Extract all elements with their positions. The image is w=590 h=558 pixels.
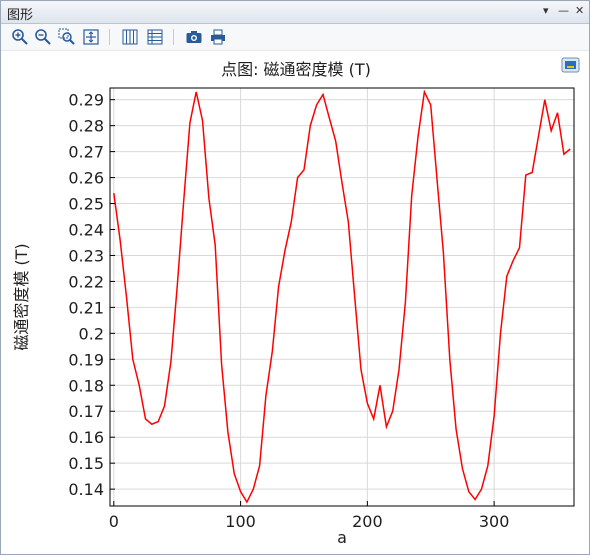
minimize-button[interactable]: — [558,4,569,17]
y-axis-label: 磁通密度模 (T) [12,243,31,350]
y-tick-label: 0.25 [68,195,104,214]
plot-toolbar [1,24,589,51]
zoom-in-icon[interactable] [11,28,29,46]
x-axis-label: a [337,528,347,547]
x-tick-label: 300 [479,512,510,531]
x-tick-label: 0 [109,512,119,531]
y-tick-label: 0.22 [68,272,104,291]
series-line [113,89,571,504]
chart-title: 点图: 磁通密度模 (T) [221,60,371,79]
y-tick-label: 0.19 [68,350,104,369]
toolbar-separator [173,29,174,45]
toolbar-separator [109,29,110,45]
y-tick-label: 0.29 [68,91,104,110]
window-menu-dropdown[interactable]: ▾ [543,4,549,17]
y-tick-label: 0.17 [68,402,104,421]
x-tick-label: 200 [352,512,383,531]
y-tick-label: 0.28 [68,117,104,136]
y-tick-label: 0.23 [68,246,104,265]
y-tick-label: 0.15 [68,454,104,473]
zoom-out-icon[interactable] [34,28,52,46]
y-tick-label: 0.27 [68,143,104,162]
x-tick-label: 100 [225,512,256,531]
y-tick-label: 0.24 [68,220,104,239]
table-icon[interactable] [146,28,164,46]
y-tick-label: 0.14 [68,480,104,499]
window-title: 图形 [7,8,34,23]
zoom-extents-icon[interactable] [82,28,100,46]
window-titlebar: 图形 ▾ — ✕ [1,1,589,24]
legend-toggle-icon[interactable] [561,56,581,74]
chart-area: 点图: 磁通密度模 (T) 0.14 0.15 0.16 0.17 0.18 0.19 0.… [1,51,589,554]
y-tick-label: 0.26 [68,169,104,188]
y-tick-label: 0.2 [79,324,104,343]
print-icon[interactable] [209,28,227,46]
line-chart: 0.14 0.15 0.16 0.17 0.18 0.19 0.2 0.21 0.22 0.23 0… [12,87,575,547]
grid-icon[interactable] [121,28,139,46]
zoom-box-icon[interactable] [58,28,76,46]
y-tick-label: 0.21 [68,298,104,317]
plot-window: 图形 ▾ — ✕ 点图: 磁通密度模 (T) 0.14 0.15 0.16 0.… [0,0,590,555]
y-tick-label: 0.18 [68,376,104,395]
close-button[interactable]: ✕ [575,4,584,17]
y-tick-label: 0.16 [68,428,104,447]
camera-icon[interactable] [185,28,203,46]
